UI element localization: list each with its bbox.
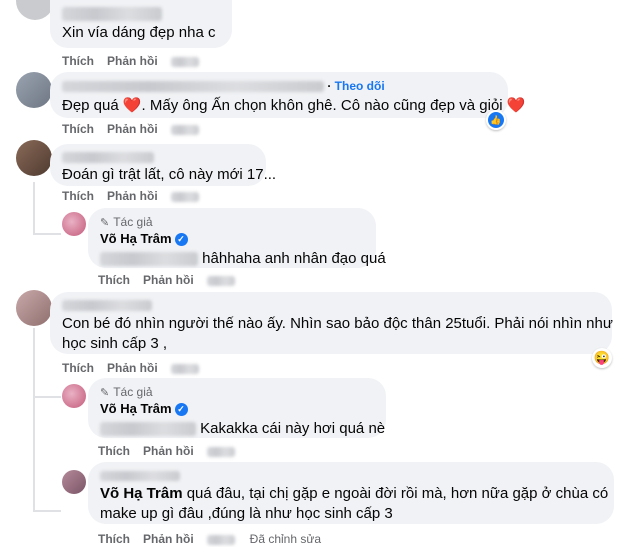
- reply-link[interactable]: Phản hồi: [107, 122, 158, 136]
- author-tag-icon: ✎: [100, 216, 110, 229]
- author-avatar[interactable]: [62, 384, 86, 408]
- reply-link[interactable]: Phản hồi: [143, 273, 194, 287]
- timestamp-blurred[interactable]: [170, 124, 199, 135]
- laugh-reaction-icon[interactable]: 😜: [592, 348, 612, 368]
- avatar[interactable]: [62, 470, 86, 494]
- comment-bubble: · Theo dõi Đẹp quá ❤️. Mấy ông Ấn chọn k…: [50, 72, 526, 118]
- commenter-name-blurred[interactable]: [100, 466, 602, 483]
- author-tag: ✎ Tác giả: [100, 215, 153, 229]
- like-link[interactable]: Thích: [62, 361, 94, 375]
- mention-blurred[interactable]: [100, 252, 198, 267]
- reply-bubble: ✎ Tác giả Võ Hạ Trâm ✓ Kakakka cái này hơi…: [88, 378, 386, 438]
- avatar[interactable]: [16, 140, 52, 176]
- reply-text-line2: make up gì đâu ,đúng là như học sinh cấp…: [100, 505, 393, 522]
- comment-actions: Thích Phản hồi: [62, 361, 212, 375]
- reply-text: hâhhaha anh nhân đạo quá: [100, 249, 386, 269]
- reply-text: Kakakka cái này hơi quá nè: [100, 419, 385, 439]
- avatar[interactable]: [16, 290, 52, 326]
- thread-line: [33, 182, 35, 234]
- edited-label: Đã chỉnh sửa: [249, 532, 322, 546]
- reply-actions: Thích Phản hồi: [98, 444, 248, 458]
- like-link[interactable]: Thích: [98, 273, 130, 287]
- author-name[interactable]: Võ Hạ Trâm ✓: [100, 400, 374, 417]
- like-link[interactable]: Thích: [62, 122, 94, 136]
- reply-link[interactable]: Phản hồi: [143, 532, 194, 546]
- reply-link[interactable]: Phản hồi: [107, 54, 158, 68]
- timestamp-blurred[interactable]: [170, 191, 199, 202]
- comment-text-line2: học sinh cấp 3 ,: [62, 335, 168, 352]
- author-tag-icon: ✎: [100, 386, 110, 399]
- thread-line: [33, 233, 61, 235]
- comment-text: Đoán gì trật lất, cô này mới 17...: [62, 166, 277, 183]
- mention-link[interactable]: Võ Hạ Trâm: [100, 485, 183, 502]
- comment-actions: Thích Phản hồi: [62, 54, 212, 68]
- thread-line: [33, 328, 35, 512]
- comment-text: Xin vía dáng đẹp nha c: [62, 24, 216, 41]
- comment-bubble: Xin vía dáng đẹp nha c: [50, 0, 232, 48]
- commenter-name-blurred[interactable]: [62, 296, 600, 313]
- commenter-name-blurred[interactable]: [62, 148, 254, 165]
- mention-blurred[interactable]: [100, 422, 196, 437]
- author-avatar[interactable]: [62, 212, 86, 236]
- reply-text-line1: Võ Hạ Trâm quá đâu, tại chị gặp e ngoài …: [100, 485, 609, 502]
- commenter-name-blurred[interactable]: · Theo dõi: [62, 78, 496, 95]
- like-link[interactable]: Thích: [62, 54, 94, 68]
- timestamp-blurred[interactable]: [206, 534, 235, 545]
- author-tag: ✎ Tác giả: [100, 385, 153, 399]
- comment-actions: Thích Phản hồi: [62, 122, 212, 136]
- reply-bubble: Võ Hạ Trâm quá đâu, tại chị gặp e ngoài …: [88, 462, 614, 524]
- timestamp-blurred[interactable]: [206, 275, 235, 286]
- reply-actions: Thích Phản hồi Đã chỉnh sửa: [98, 532, 334, 546]
- thread-line: [33, 396, 61, 398]
- timestamp-blurred[interactable]: [170, 363, 199, 374]
- like-link[interactable]: Thích: [98, 444, 130, 458]
- comment-bubble: Đoán gì trật lất, cô này mới 17...: [50, 144, 277, 186]
- verified-badge-icon: ✓: [174, 233, 188, 247]
- author-name[interactable]: Võ Hạ Trâm ✓: [100, 230, 364, 247]
- comment-text-line1: Con bé đó nhìn người thế nào ấy. Nhìn sa…: [62, 315, 613, 332]
- avatar[interactable]: [16, 0, 54, 20]
- comment-text: Đẹp quá ❤️. Mấy ông Ấn chọn khôn ghê. Cô…: [62, 97, 526, 114]
- like-link[interactable]: Thích: [98, 532, 130, 546]
- commenter-name-blurred[interactable]: [62, 4, 220, 21]
- comment-actions: Thích Phản hồi: [62, 189, 212, 203]
- verified-badge-icon: ✓: [174, 403, 188, 417]
- timestamp-blurred[interactable]: [206, 446, 235, 457]
- reply-actions: Thích Phản hồi: [98, 273, 248, 287]
- thread-line: [33, 510, 61, 512]
- reply-link[interactable]: Phản hồi: [107, 189, 158, 203]
- timestamp-blurred[interactable]: [170, 56, 199, 67]
- reply-link[interactable]: Phản hồi: [107, 361, 158, 375]
- reply-bubble: ✎ Tác giả Võ Hạ Trâm ✓ hâhhaha anh nhân đạ…: [88, 208, 386, 269]
- avatar[interactable]: [16, 72, 52, 108]
- reply-link[interactable]: Phản hồi: [143, 444, 194, 458]
- follow-link[interactable]: Theo dõi: [335, 79, 385, 93]
- like-reaction-icon[interactable]: 👍: [486, 110, 506, 130]
- comment-bubble: Con bé đó nhìn người thế nào ấy. Nhìn sa…: [50, 292, 613, 354]
- like-link[interactable]: Thích: [62, 189, 94, 203]
